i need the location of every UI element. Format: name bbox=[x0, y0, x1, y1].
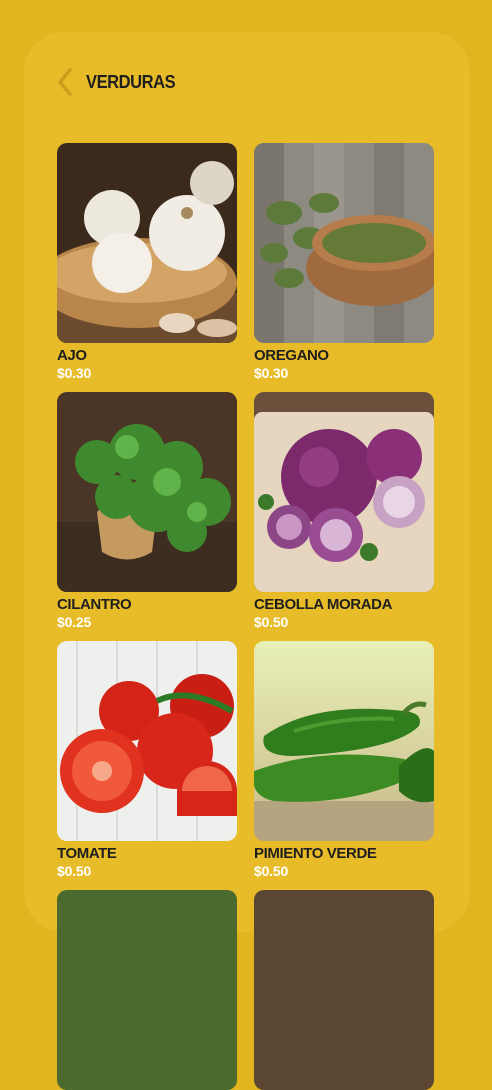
product-card-cebolla-morada[interactable]: CEBOLLA MORADA $0.50 bbox=[254, 392, 434, 630]
product-card-ajo[interactable]: AJO $0.30 bbox=[57, 143, 237, 381]
product-image-partial[interactable] bbox=[254, 890, 434, 1090]
header: VERDURAS bbox=[56, 66, 183, 98]
product-name: TOMATE bbox=[57, 845, 117, 862]
product-image-pimiento-verde[interactable] bbox=[254, 641, 434, 841]
product-price: $0.30 bbox=[254, 365, 289, 381]
product-image-tomate[interactable] bbox=[57, 641, 237, 841]
product-name: PIMIENTO VERDE bbox=[254, 845, 377, 862]
product-price: $0.50 bbox=[57, 863, 92, 879]
product-price: $0.50 bbox=[254, 614, 289, 630]
product-price: $0.30 bbox=[57, 365, 92, 381]
product-name: CEBOLLA MORADA bbox=[254, 596, 392, 613]
product-card-pimiento-verde[interactable]: PIMIENTO VERDE $0.50 bbox=[254, 641, 434, 879]
product-image-partial[interactable] bbox=[57, 890, 237, 1090]
product-card-oregano[interactable]: OREGANO $0.30 bbox=[254, 143, 434, 381]
product-image-cilantro[interactable] bbox=[57, 392, 237, 592]
product-card-partial[interactable] bbox=[57, 890, 237, 1090]
product-name: AJO bbox=[57, 347, 87, 364]
page-title: VERDURAS bbox=[86, 71, 176, 92]
product-image-cebolla-morada[interactable] bbox=[254, 392, 434, 592]
product-name: OREGANO bbox=[254, 347, 329, 364]
product-name: CILANTRO bbox=[57, 596, 132, 613]
product-card-cilantro[interactable]: CILANTRO $0.25 bbox=[57, 392, 237, 630]
product-image-oregano[interactable] bbox=[254, 143, 434, 343]
product-card-partial[interactable] bbox=[254, 890, 434, 1090]
product-card-tomate[interactable]: TOMATE $0.50 bbox=[57, 641, 237, 879]
product-price: $0.50 bbox=[254, 863, 289, 879]
product-price: $0.25 bbox=[57, 614, 92, 630]
product-image-ajo[interactable] bbox=[57, 143, 237, 343]
chevron-left-icon[interactable] bbox=[56, 67, 74, 97]
